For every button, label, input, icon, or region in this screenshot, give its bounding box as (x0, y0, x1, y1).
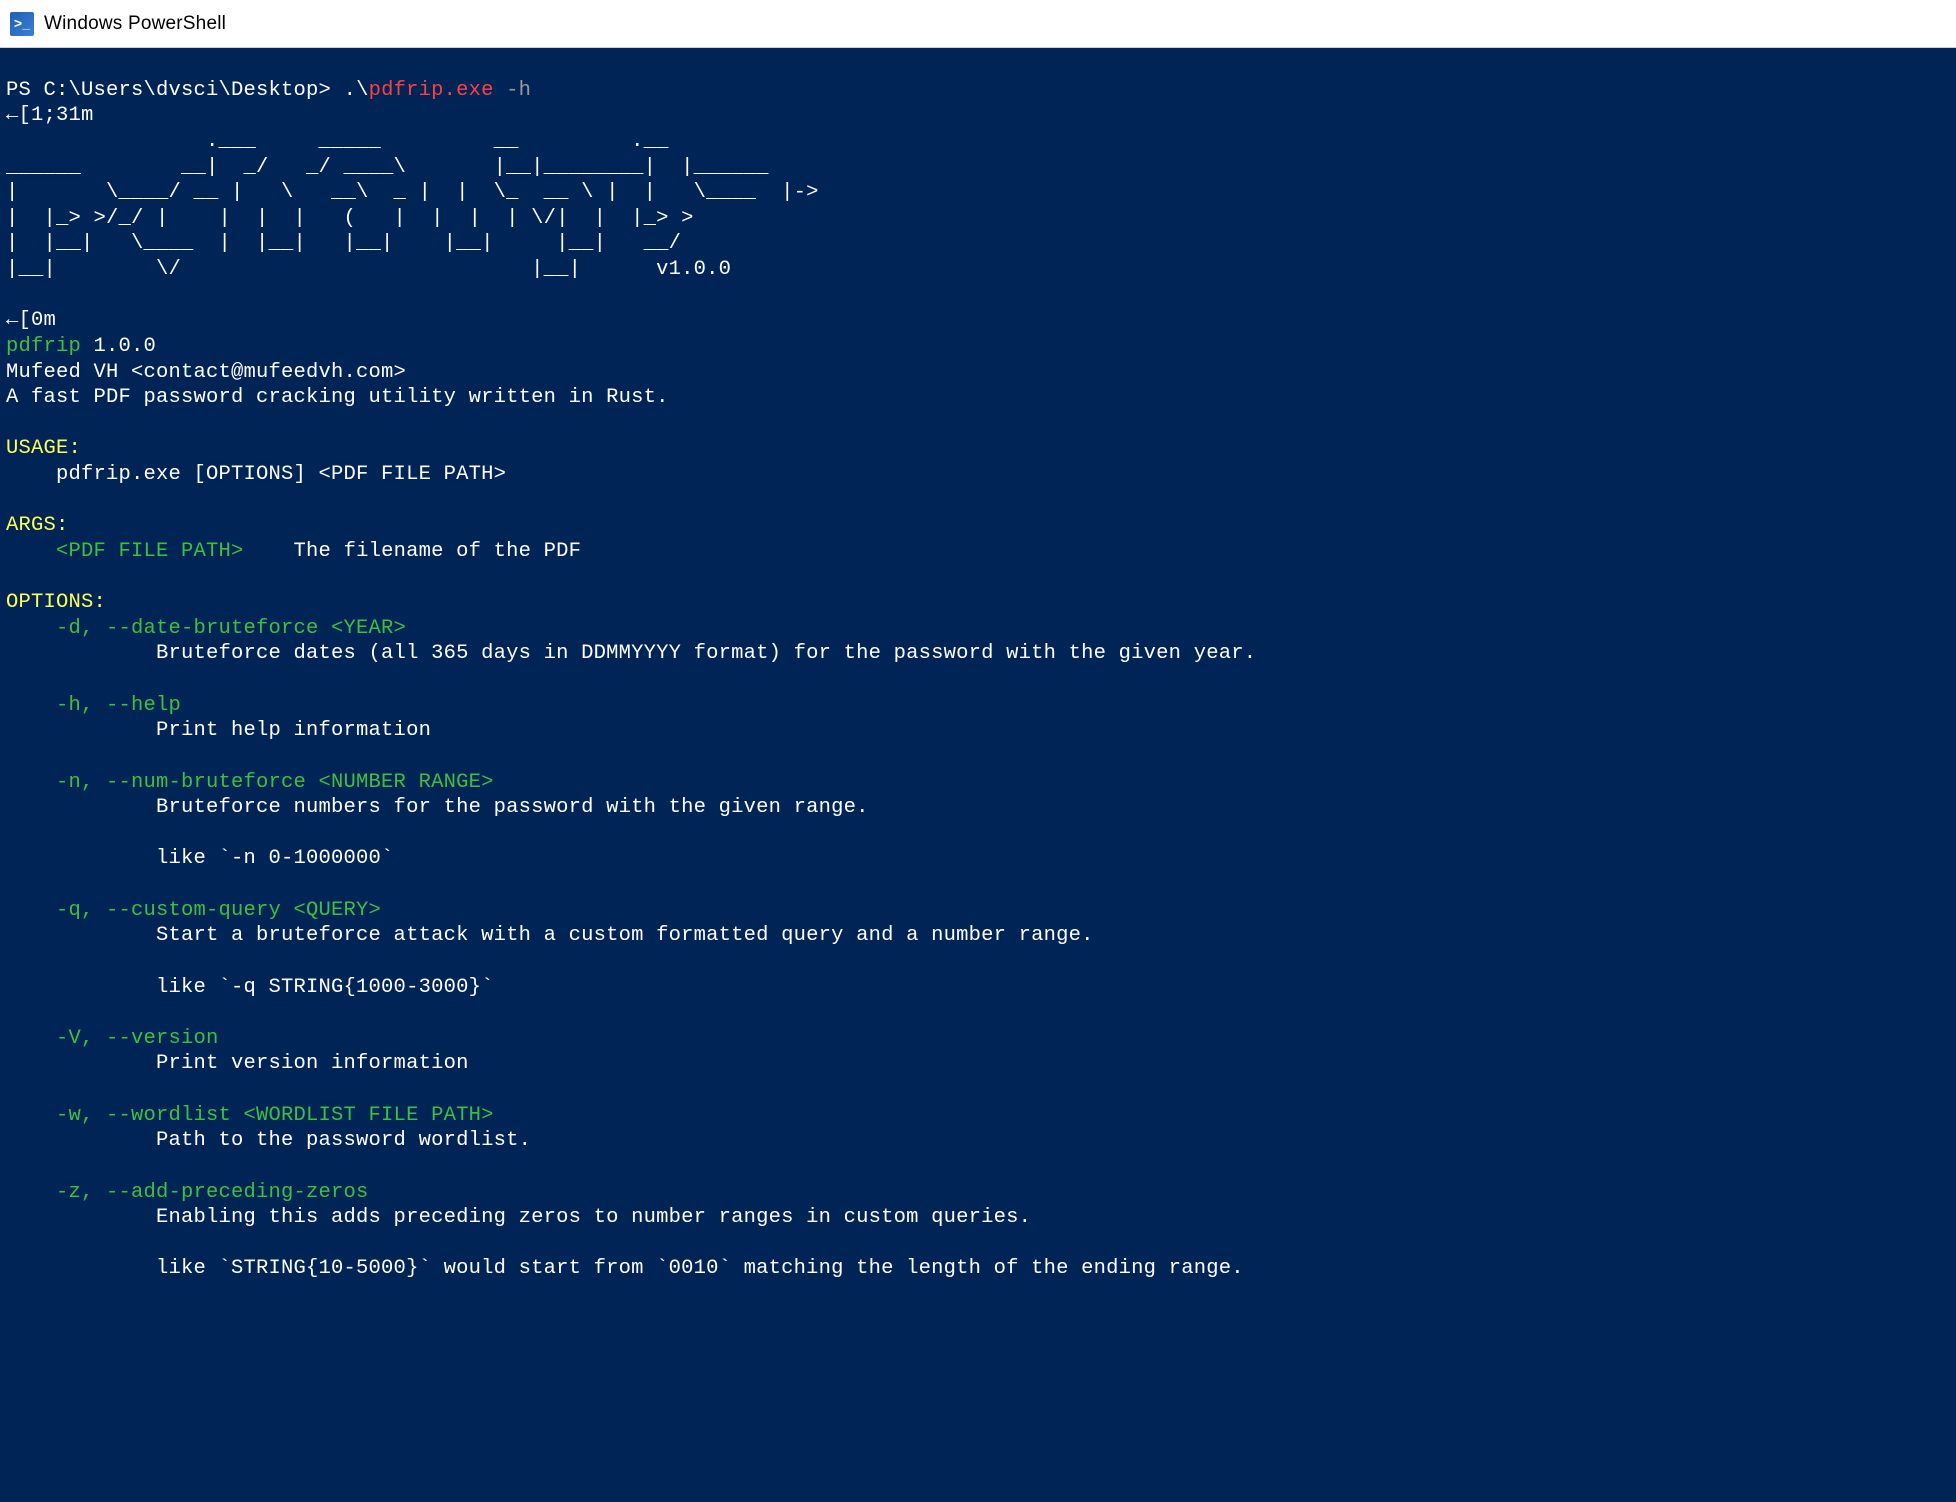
option-w-desc: Path to the password wordlist. (6, 1129, 531, 1152)
option-h-flag: -h, --help (6, 694, 181, 717)
args-header: ARGS: (6, 514, 69, 537)
option-q-extra: like `-q STRING{1000-3000}` (6, 976, 494, 999)
option-n-flag: -n, --num-bruteforce <NUMBER RANGE> (6, 771, 494, 794)
options-header: OPTIONS: (6, 591, 106, 614)
usage-line: pdfrip.exe [OPTIONS] <PDF FILE PATH> (6, 463, 506, 486)
option-z-desc: Enabling this adds preceding zeros to nu… (6, 1206, 1031, 1229)
option-d-flag: -d, --date-bruteforce <YEAR> (6, 617, 406, 640)
window-title: Windows PowerShell (44, 12, 226, 36)
cmd-prefix: .\ (344, 79, 369, 102)
ansi-escape-start: ←[1;31m (6, 104, 94, 127)
ascii-art-banner: .___ _____ __ .__ ______ __| _/ _/ ____\… (6, 129, 1950, 283)
option-n-desc: Bruteforce numbers for the password with… (6, 796, 869, 819)
usage-header: USAGE: (6, 437, 81, 460)
option-w-flag: -w, --wordlist <WORDLIST FILE PATH> (6, 1104, 494, 1127)
app-name: pdfrip (6, 335, 81, 358)
app-version: 1.0.0 (81, 335, 156, 358)
app-description: A fast PDF password cracking utility wri… (6, 386, 669, 409)
option-q-desc: Start a bruteforce attack with a custom … (6, 924, 1094, 947)
cmd-arg: -h (494, 79, 532, 102)
window-titlebar[interactable]: >_ Windows PowerShell (0, 0, 1956, 48)
option-n-extra: like `-n 0-1000000` (6, 847, 394, 870)
prompt-path: PS C:\Users\dvsci\Desktop> (6, 79, 344, 102)
powershell-icon: >_ (10, 12, 34, 36)
option-V-flag: -V, --version (6, 1027, 219, 1050)
option-d-desc: Bruteforce dates (all 365 days in DDMMYY… (6, 642, 1256, 665)
arg-pdf-path-desc: The filename of the PDF (244, 540, 582, 563)
terminal-output[interactable]: PS C:\Users\dvsci\Desktop> .\ pdfrip.exe … (0, 48, 1956, 1286)
option-q-flag: -q, --custom-query <QUERY> (6, 899, 381, 922)
arg-pdf-path: <PDF FILE PATH> (6, 540, 244, 563)
option-h-desc: Print help information (6, 719, 431, 742)
cmd-file: pdfrip.exe (369, 79, 494, 102)
option-z-extra: like `STRING{10-5000}` would start from … (6, 1257, 1244, 1280)
ansi-escape-end: ←[0m (6, 309, 56, 332)
app-author: Mufeed VH <contact@mufeedvh.com> (6, 361, 406, 384)
option-z-flag: -z, --add-preceding-zeros (6, 1181, 369, 1204)
option-V-desc: Print version information (6, 1052, 469, 1075)
